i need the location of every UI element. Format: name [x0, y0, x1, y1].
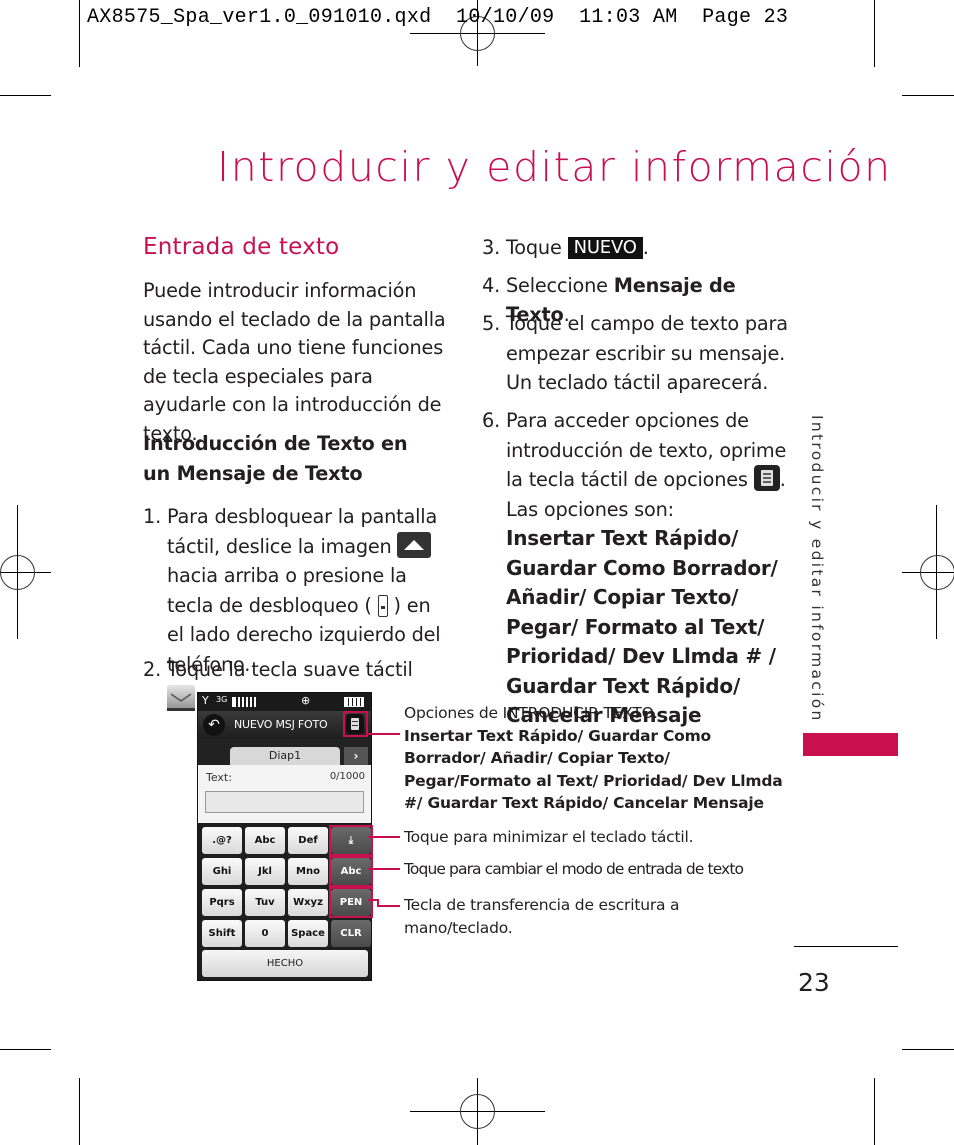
battery-icon — [344, 697, 364, 707]
side-chapter-label: Introducir y editar información — [808, 415, 838, 725]
callout-mode: Toque para cambiar el modo de entrada de… — [404, 860, 744, 878]
crop-mark — [79, 0, 80, 67]
message-header: ↶ NUEVO MSJ FOTO — [198, 711, 371, 739]
status-bar: Y 3G ⊕ — [198, 693, 371, 711]
text-label: Text: — [206, 771, 232, 784]
key-def[interactable]: Def — [288, 827, 328, 854]
step-number: 2. — [143, 658, 161, 681]
crop-mark — [902, 95, 954, 96]
char-counter: 0/1000 — [329, 771, 365, 782]
key-jkl[interactable]: Jkl — [245, 858, 285, 885]
key-space[interactable]: Space — [288, 920, 328, 947]
tab-slide-1[interactable]: Diap1 — [230, 747, 340, 765]
intro-paragraph: Puede introducir información usando el t… — [143, 277, 448, 448]
step-text: hacia arriba o presione la tecla de desb… — [167, 564, 407, 617]
crop-mark — [79, 1078, 80, 1145]
callout-options: Opciones de INTRODUCIR TEXTO. Insertar T… — [404, 702, 784, 815]
unlock-key-icon — [377, 594, 388, 617]
signal-bars-icon — [232, 697, 256, 707]
key-shift[interactable]: Shift — [202, 920, 242, 947]
callout-line — [368, 836, 400, 838]
callout-line — [377, 905, 400, 907]
step-text: Toque el campo de texto para empezar esc… — [506, 312, 788, 394]
side-chapter-text: Introducir y editar información — [808, 415, 826, 723]
callout-line — [368, 868, 400, 870]
text-panel: Text: 0/1000 — [198, 765, 371, 823]
page-title: Introducir y editar información — [217, 143, 892, 191]
callout-options-list: Insertar Text Rápido/ Guardar Como Borra… — [404, 726, 783, 813]
options-list: Insertar Text Rápido/ Guardar Como Borra… — [506, 526, 778, 727]
3g-1x-icon: 3G — [216, 695, 228, 704]
intro-text: Puede introducir información usando el t… — [143, 279, 446, 445]
callout-highlight — [329, 825, 373, 856]
step-number: 4. — [482, 274, 500, 297]
gps-icon: ⊕ — [301, 694, 311, 707]
step-5: 5. Toque el campo de texto para empezar … — [482, 309, 792, 398]
crop-mark — [874, 0, 875, 67]
step-text: Toque — [506, 236, 562, 259]
section-title: Entrada de texto — [143, 234, 340, 260]
nuevo-button-label: NUEVO — [567, 237, 643, 259]
callout-highlight — [329, 887, 373, 918]
callout-line — [368, 733, 400, 735]
signal-icon: Y — [202, 694, 209, 707]
touch-keypad: HECHO .@? Abc Def ⤓ Ghi Jkl Mno Abc Pqrs Tuv Wxyz P… — [198, 823, 373, 980]
step-number: 5. — [482, 312, 500, 335]
minimize-keyboard-button[interactable]: ⤓ — [329, 825, 373, 856]
crop-mark — [0, 95, 51, 96]
header-title: NUEVO MSJ FOTO — [234, 718, 328, 731]
done-button[interactable]: HECHO — [202, 950, 368, 977]
key-wxyz[interactable]: Wxyz — [288, 889, 328, 916]
key-0[interactable]: 0 — [245, 920, 285, 947]
step-3: 3. Toque NUEVO. — [482, 234, 792, 263]
input-mode-button[interactable]: Abc — [329, 856, 373, 887]
callout-pen: Tecla de transferencia de escritura a ma… — [404, 896, 680, 937]
clear-button[interactable]: CLR — [331, 920, 371, 947]
step-number: 3. — [482, 236, 500, 259]
subheading-text: Introducción de Texto en un Mensaje de T… — [143, 432, 408, 485]
key-mno[interactable]: Mno — [288, 858, 328, 885]
key-tuv[interactable]: Tuv — [245, 889, 285, 916]
back-button[interactable]: ↶ — [203, 714, 225, 736]
print-slug: AX8575_Spa_ver1.0_091010.qxd 10/10/09 11… — [87, 6, 789, 29]
step-text: Para acceder opciones de introducción de… — [506, 409, 787, 491]
callout-highlight — [343, 711, 368, 737]
pen-mode-button[interactable]: PEN — [329, 887, 373, 918]
next-slide-button[interactable]: › — [344, 747, 368, 765]
crop-mark — [902, 1049, 954, 1050]
key-ghi[interactable]: Ghi — [202, 858, 242, 885]
chapter-tab-marker — [803, 733, 898, 756]
step-text: . — [642, 236, 649, 259]
slide-tabs: Diap1 › — [198, 739, 371, 765]
message-softkey-icon — [167, 684, 195, 711]
key-pqrs[interactable]: Pqrs — [202, 889, 242, 916]
step-number: 1. — [143, 505, 161, 528]
callout-minimize: Toque para minimizar el teclado táctil. — [404, 828, 694, 846]
subheading: Introducción de Texto en un Mensaje de T… — [143, 429, 433, 489]
callout-highlight — [329, 856, 373, 887]
unlock-slide-icon — [397, 531, 432, 558]
step-text: Toque la tecla suave táctil — [167, 658, 413, 681]
message-text-field[interactable] — [205, 791, 364, 813]
options-key-icon — [753, 465, 780, 491]
step-6: 6. Para acceder opciones de introducción… — [482, 406, 792, 731]
step-text: Seleccione — [506, 274, 608, 297]
phone-screen: Y 3G ⊕ ↶ NUEVO MSJ FOTO Diap1 › Text: 0/… — [197, 692, 373, 981]
callout-options-title: Opciones de INTRODUCIR TEXTO. — [404, 704, 658, 722]
key-abc[interactable]: Abc — [245, 827, 285, 854]
key-symbols[interactable]: .@? — [202, 827, 242, 854]
crop-mark — [0, 1049, 51, 1050]
step-number: 6. — [482, 409, 500, 432]
crop-mark — [874, 1078, 875, 1145]
page-number: 23 — [798, 968, 830, 997]
step-1: 1. Para desbloquear la pantalla táctil, … — [143, 502, 443, 679]
page-rule — [794, 946, 898, 947]
